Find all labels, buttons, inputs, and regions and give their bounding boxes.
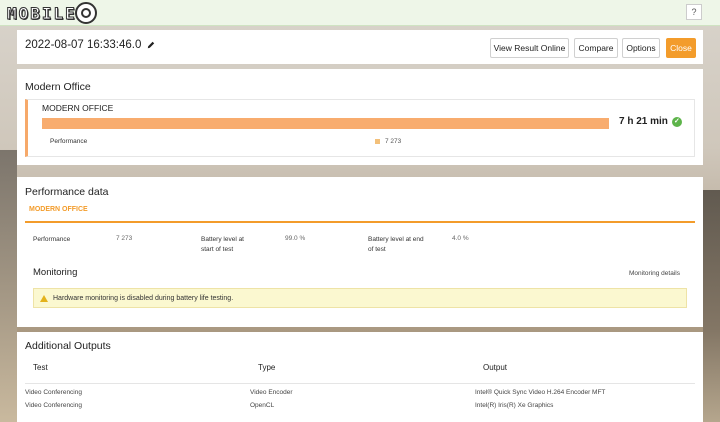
office-result-card: MODERN OFFICE 7 h 21 min ✓ Performance 7… — [25, 99, 695, 157]
cell-test: Video Conferencing — [25, 402, 82, 409]
column-header-output: Output — [483, 363, 508, 372]
performance-value: 7 273 — [375, 138, 401, 145]
duration-bar — [42, 118, 609, 129]
help-button[interactable]: ? — [686, 4, 702, 20]
section-title: Additional Outputs — [25, 340, 111, 352]
performance-data-panel: Performance data MODERN OFFICE Performan… — [17, 177, 703, 327]
check-icon: ✓ — [671, 116, 682, 127]
modern-office-panel: Modern Office MODERN OFFICE 7 h 21 min ✓… — [17, 69, 703, 165]
tab-modern-office[interactable]: MODERN OFFICE — [29, 206, 88, 213]
performance-score: 7 273 — [385, 138, 402, 145]
close-button[interactable]: Close — [666, 38, 696, 58]
office-name: MODERN OFFICE — [42, 103, 114, 113]
monitoring-details-link[interactable]: Monitoring details — [629, 270, 680, 277]
options-button[interactable]: Options — [622, 38, 660, 58]
battery-start-value: 99.0 % — [285, 235, 306, 242]
battery-end-label: Battery level at end of test — [368, 236, 424, 253]
column-header-type: Type — [258, 363, 276, 372]
logo-badge-icon — [74, 2, 97, 24]
timestamp-text: 2022-08-07 16:33:46.0 — [25, 39, 142, 51]
battery-end-value: 4.0 % — [452, 235, 469, 242]
view-result-online-button[interactable]: View Result Online — [490, 38, 569, 58]
cell-test: Video Conferencing — [25, 389, 82, 396]
background-left — [0, 150, 17, 422]
compare-button[interactable]: Compare — [574, 38, 618, 58]
duration: 7 h 21 min ✓ — [619, 116, 682, 127]
section-title: Modern Office — [25, 81, 91, 93]
warning-text: Hardware monitoring is disabled during b… — [53, 294, 234, 302]
performance-label: Performance — [33, 236, 71, 243]
cell-type: OpenCL — [250, 402, 275, 409]
pencil-icon[interactable] — [147, 41, 155, 49]
cell-output: Intel(R) Iris(R) Xe Graphics — [475, 402, 554, 409]
background-right — [703, 190, 720, 422]
warning-icon — [40, 294, 48, 302]
header-divider — [25, 383, 695, 384]
section-title: Performance data — [25, 186, 109, 198]
cell-type: Video Encoder — [250, 389, 293, 396]
additional-outputs-panel: Additional Outputs Test Type Output Vide… — [17, 332, 703, 422]
tab-bar: MODERN OFFICE — [25, 203, 695, 223]
cell-output: Intel® Quick Sync Video H.264 Encoder MF… — [475, 389, 606, 396]
battery-start-label: Battery level at start of test — [201, 236, 244, 253]
logo-text: MOBILE — [7, 3, 77, 23]
performance-label: Performance — [50, 138, 88, 145]
monitoring-title: Monitoring — [33, 267, 78, 278]
performance-value: 7 273 — [116, 235, 133, 242]
legend-swatch — [375, 139, 380, 144]
watermark-logo: MOBILE — [7, 2, 97, 24]
result-timestamp: 2022-08-07 16:33:46.0 — [25, 39, 155, 51]
duration-text: 7 h 21 min — [619, 116, 668, 127]
monitoring-warning: Hardware monitoring is disabled during b… — [33, 288, 687, 308]
notification-bar: MOBILE ? — [0, 0, 720, 26]
result-header: 2022-08-07 16:33:46.0 View Result Online… — [17, 30, 703, 64]
column-header-test: Test — [33, 363, 48, 372]
